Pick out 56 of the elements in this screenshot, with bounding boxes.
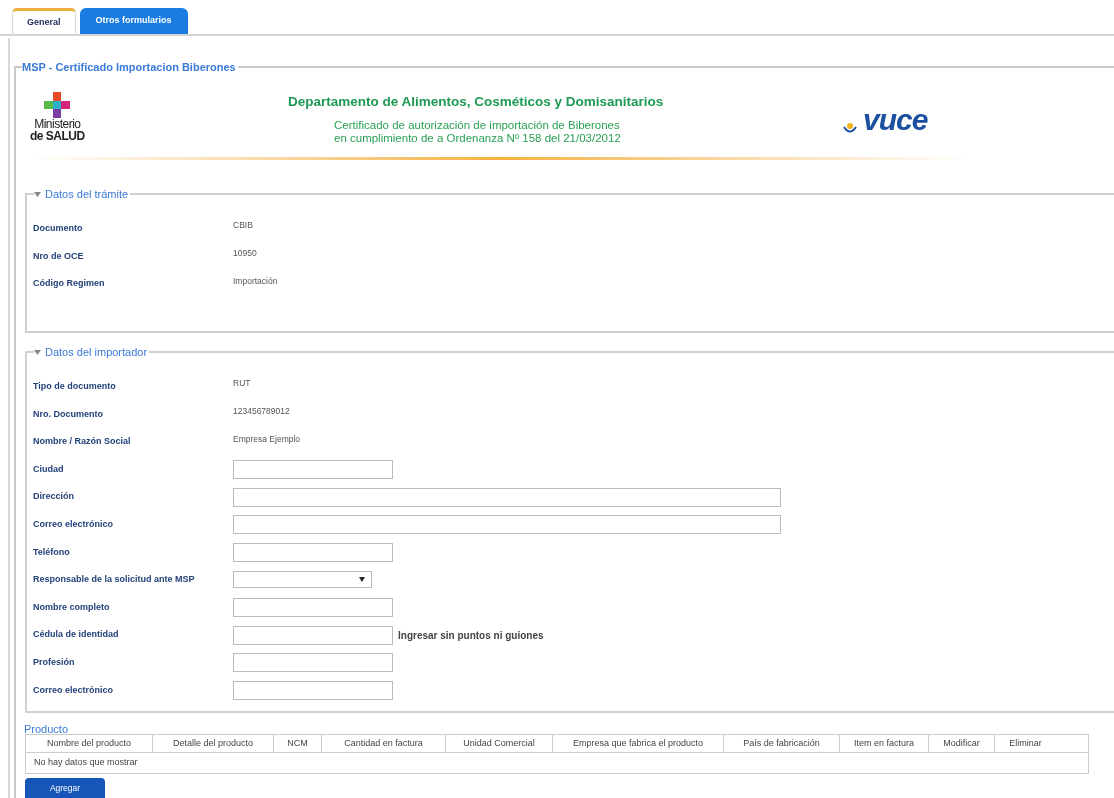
column-header: Unidad Comercial — [446, 735, 553, 752]
input-field[interactable] — [233, 487, 781, 507]
input-field[interactable] — [233, 598, 393, 618]
tab[interactable]: Otros formularios — [79, 8, 188, 34]
subtitle-line: Certificado de autorización de importación de Biberones — [334, 119, 621, 132]
field-label: Nombre / Razón Social — [33, 435, 132, 449]
section-title: Producto — [24, 722, 69, 737]
column-header: Item en factura — [840, 735, 929, 752]
field-value: 123456789012 — [233, 405, 290, 418]
column-header: NCM — [274, 735, 322, 752]
column-header: Detalle del producto — [153, 735, 274, 752]
dropdown-arrow-icon — [359, 577, 365, 583]
input-field[interactable] — [233, 460, 393, 480]
input-field[interactable] — [233, 515, 781, 535]
field-value: RUT — [233, 377, 251, 391]
field-label: Dirección — [33, 490, 75, 504]
field-label: Teléfono — [33, 545, 71, 559]
field-label: Tipo de documento — [33, 380, 117, 394]
ministry-logo: Ministerio de SALUD — [30, 92, 85, 142]
dropdown[interactable] — [233, 571, 372, 589]
field-label: Nombre completo — [33, 600, 111, 614]
tab[interactable]: General — [12, 8, 76, 34]
field-label: Correo electrónico — [33, 518, 115, 531]
column-header: Nombre del producto — [26, 735, 153, 752]
vuce-logo: vuce — [843, 106, 928, 134]
field-label: Nro. Documento — [33, 407, 104, 421]
field-value: Empresa Ejemplo — [233, 432, 301, 446]
field-label: Responsable de la solicitud ante MSP — [33, 573, 196, 587]
field-value: Importación — [233, 274, 278, 288]
field-label: Código Regimen — [33, 277, 106, 291]
field-label: Documento — [33, 222, 84, 236]
caret-icon[interactable] — [34, 349, 41, 355]
input-field[interactable] — [233, 680, 393, 700]
field-label: Cédula de identidad — [33, 628, 120, 642]
department-title: Departamento de Alimentos, Cosméticos y Domisanitarios — [288, 93, 664, 111]
field-value: CBIB — [233, 219, 253, 233]
empty-table-message: No hay datos que mostrar — [34, 756, 138, 770]
input-field[interactable] — [233, 653, 393, 673]
column-header: Eliminar — [1008, 736, 1043, 750]
column-header: País de fabricación — [724, 735, 840, 752]
field-label: Correo electrónico — [33, 683, 115, 697]
input-field[interactable] — [233, 625, 393, 645]
input-field[interactable] — [233, 542, 393, 562]
field-label: Ciudad — [33, 462, 65, 476]
field-value: 10950 — [233, 247, 257, 260]
column-header: Cantidad en factura — [322, 735, 446, 752]
add-button[interactable]: Agregar — [25, 778, 105, 798]
caret-icon[interactable] — [34, 191, 41, 197]
section-title: Datos del trámite — [45, 187, 129, 202]
column-header: Empresa que fabrica el producto — [553, 735, 724, 752]
section-title: Datos del importador — [45, 345, 148, 360]
field-hint: Ingresar sin puntos ni guiones — [398, 628, 544, 643]
field-label: Profesión — [33, 656, 76, 669]
column-header: Modificar — [929, 735, 995, 752]
field-label: Nro de OCE — [33, 249, 85, 263]
subtitle-line: en cumplimiento de a Ordenanza Nº 158 del 21/03/2012 — [334, 132, 621, 145]
